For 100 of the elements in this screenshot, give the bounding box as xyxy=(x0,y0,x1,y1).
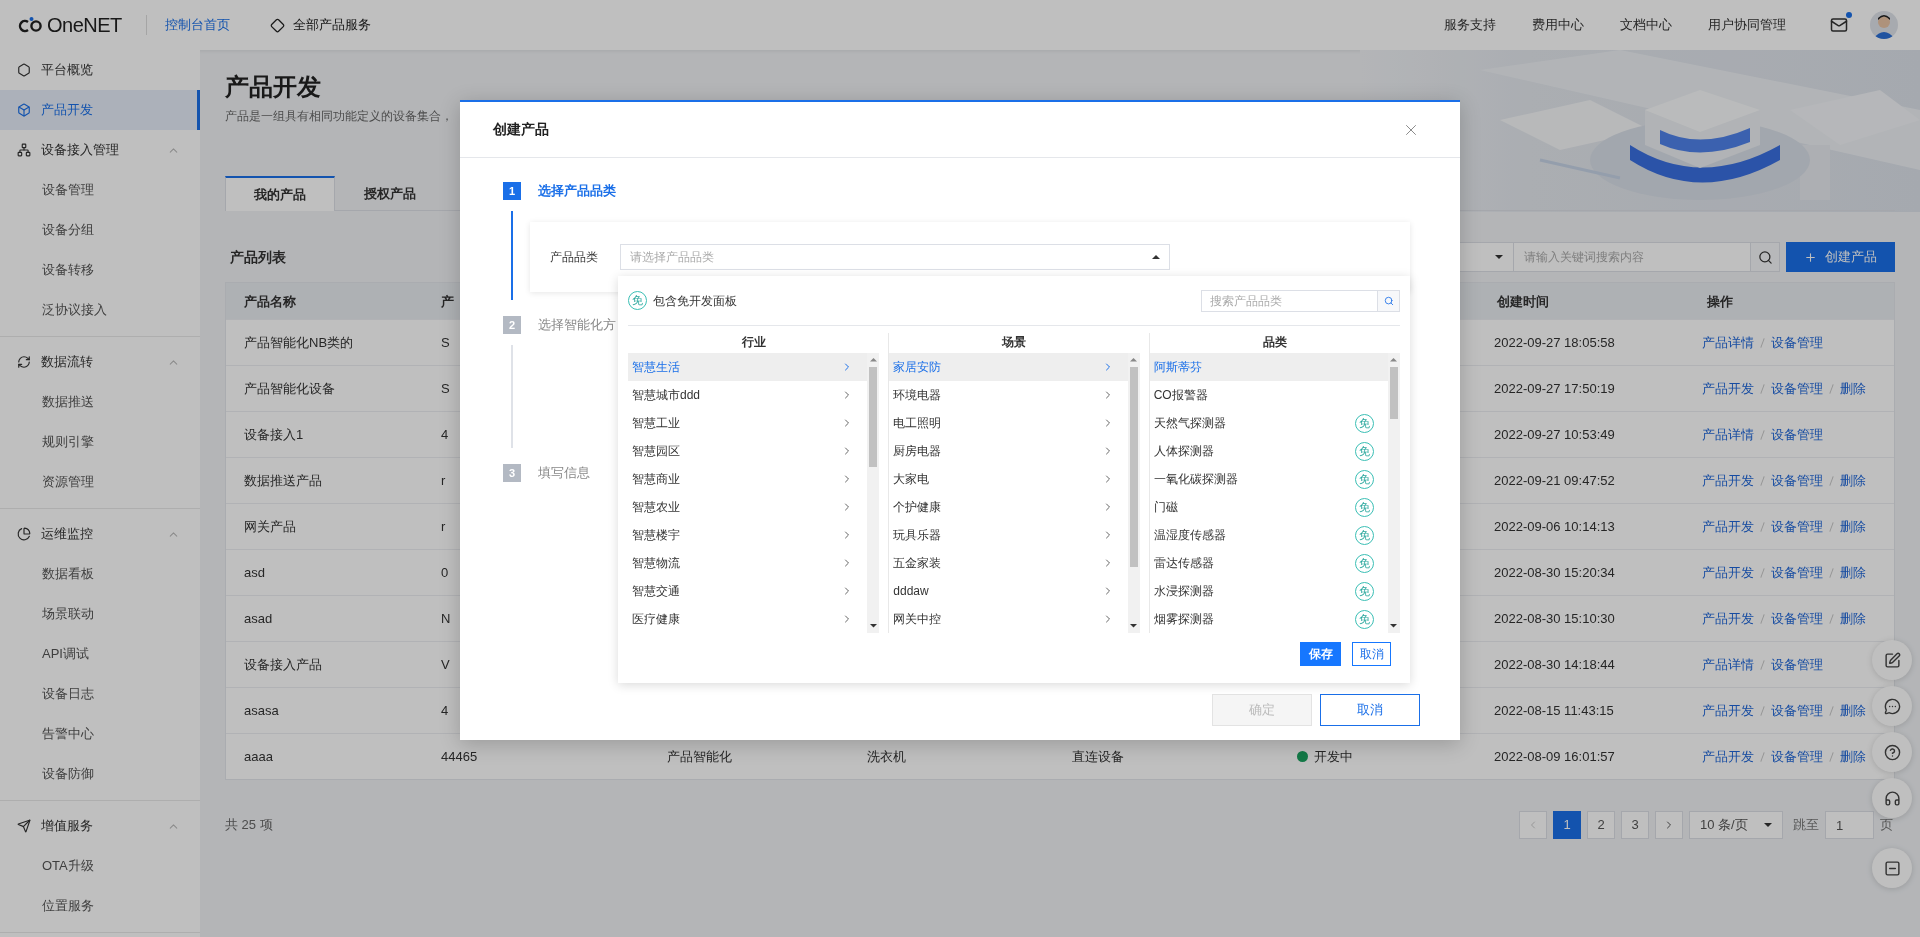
table-link[interactable]: 设备管理 xyxy=(1771,700,1823,721)
sidebar-group[interactable]: 数据流转 xyxy=(0,342,200,382)
table-link[interactable]: 删除 xyxy=(1840,608,1866,629)
search-button[interactable] xyxy=(1751,242,1780,272)
search-button[interactable] xyxy=(1378,289,1400,312)
category-option[interactable]: dddaw xyxy=(889,577,1128,605)
category-option[interactable]: 智慧生活 xyxy=(628,353,868,381)
sidebar-item[interactable]: 产品开发 xyxy=(0,90,200,130)
scrollbar-track[interactable] xyxy=(867,353,880,633)
nav-link[interactable]: 文档中心 xyxy=(1620,15,1672,35)
table-link[interactable]: 产品详情 xyxy=(1702,654,1754,675)
category-option[interactable]: 一氧化碳探测器 免 xyxy=(1149,465,1388,493)
sidebar-item[interactable]: 场景联动 xyxy=(0,594,200,634)
category-option[interactable]: 温湿度传感器 免 xyxy=(1149,521,1388,549)
products-menu[interactable]: 全部产品服务 xyxy=(269,15,371,35)
sidebar-item[interactable]: 设备分组 xyxy=(0,210,200,250)
cancel-button[interactable]: 取消 xyxy=(1352,642,1391,666)
search-field[interactable]: 请输入关键词搜索内容 xyxy=(1514,242,1751,272)
table-link[interactable]: 设备管理 xyxy=(1771,608,1823,629)
sidebar-item[interactable]: API调试 xyxy=(0,634,200,674)
table-link[interactable]: 删除 xyxy=(1840,516,1866,537)
table-link[interactable]: 产品开发 xyxy=(1702,562,1754,583)
table-link[interactable]: 设备管理 xyxy=(1771,746,1823,767)
sidebar-item[interactable]: 平台概览 xyxy=(0,50,200,90)
table-link[interactable]: 产品开发 xyxy=(1702,378,1754,399)
category-option[interactable]: 智慧商业 xyxy=(628,465,868,493)
cancel-button[interactable]: 取消 xyxy=(1320,694,1420,726)
scrollbar-thumb[interactable] xyxy=(1129,367,1138,567)
scrollbar-track[interactable] xyxy=(1388,353,1400,633)
sidebar-group[interactable]: 增值服务 xyxy=(0,806,200,846)
category-option[interactable]: 阿斯蒂芬 xyxy=(1149,353,1388,381)
sidebar-item[interactable]: 设备日志 xyxy=(0,674,200,714)
category-option[interactable]: 厨房电器 xyxy=(889,437,1128,465)
table-link[interactable]: 产品开发 xyxy=(1702,700,1754,721)
table-link[interactable]: 设备管理 xyxy=(1771,562,1823,583)
category-option[interactable]: 人体探测器 免 xyxy=(1149,437,1388,465)
category-option[interactable]: 智慧城市ddd xyxy=(628,381,868,409)
floating-tool-button[interactable] xyxy=(1872,848,1912,888)
tab[interactable]: 我的产品 xyxy=(225,176,335,211)
sidebar-item[interactable]: 设备防御 xyxy=(0,754,200,794)
category-option[interactable]: 智慧工业 xyxy=(628,409,868,437)
category-option[interactable]: 玩具乐器 xyxy=(889,521,1128,549)
sidebar-item[interactable]: 资源管理 xyxy=(0,462,200,502)
category-option[interactable]: 智慧交通 xyxy=(628,577,868,605)
nav-link[interactable]: 用户协同管理 xyxy=(1708,15,1786,35)
sidebar-item[interactable]: 规则引擎 xyxy=(0,422,200,462)
table-link[interactable]: 删除 xyxy=(1840,700,1866,721)
floating-tool-button[interactable] xyxy=(1872,686,1912,726)
category-option[interactable]: 五金家装 xyxy=(889,549,1128,577)
table-link[interactable]: 删除 xyxy=(1840,746,1866,767)
table-link[interactable]: 设备管理 xyxy=(1771,470,1823,491)
table-link[interactable]: 删除 xyxy=(1840,562,1866,583)
floating-tool-button[interactable] xyxy=(1872,732,1912,772)
category-option[interactable]: 个护健康 xyxy=(889,493,1128,521)
sidebar-item[interactable]: 泛协议接入 xyxy=(0,290,200,330)
sidebar-group[interactable]: 设备接入管理 xyxy=(0,130,200,170)
category-option[interactable]: 智慧园区 xyxy=(628,437,868,465)
scrollbar-track[interactable] xyxy=(1127,353,1140,633)
nav-link[interactable]: 服务支持 xyxy=(1444,15,1496,35)
floating-tool-button[interactable] xyxy=(1872,640,1912,680)
table-link[interactable]: 产品开发 xyxy=(1702,470,1754,491)
avatar[interactable] xyxy=(1870,11,1898,39)
category-option[interactable]: 门磁 免 xyxy=(1149,493,1388,521)
table-link[interactable]: 产品详情 xyxy=(1702,332,1754,353)
category-option[interactable]: 雷达传感器 免 xyxy=(1149,549,1388,577)
category-option[interactable]: 天然气探测器 免 xyxy=(1149,409,1388,437)
sidebar-item[interactable]: 设备管理 xyxy=(0,170,200,210)
save-button[interactable]: 保存 xyxy=(1300,642,1341,666)
sidebar-item[interactable]: 数据推送 xyxy=(0,382,200,422)
sidebar-item[interactable]: 位置服务 xyxy=(0,886,200,926)
sidebar-item[interactable]: OTA升级 xyxy=(0,846,200,886)
table-link[interactable]: 删除 xyxy=(1840,378,1866,399)
page-size-select[interactable]: 10 条/页 xyxy=(1689,811,1783,839)
category-option[interactable]: 医疗健康 xyxy=(628,605,868,633)
scrollbar-thumb[interactable] xyxy=(1390,367,1398,419)
table-link[interactable]: 产品开发 xyxy=(1702,608,1754,629)
sidebar-item[interactable]: 告警中心 xyxy=(0,714,200,754)
category-option[interactable]: 智慧楼宇 xyxy=(628,521,868,549)
table-link[interactable]: 产品详情 xyxy=(1702,424,1754,445)
page-button[interactable]: 3 xyxy=(1621,811,1649,839)
category-option[interactable]: 水浸探测器 免 xyxy=(1149,577,1388,605)
category-option[interactable]: 智慧农业 xyxy=(628,493,868,521)
table-link[interactable]: 设备管理 xyxy=(1771,332,1823,353)
page-button[interactable]: 1 xyxy=(1553,811,1581,839)
nav-link[interactable]: 费用中心 xyxy=(1532,15,1584,35)
category-option[interactable]: 烟雾探测器 免 xyxy=(1149,605,1388,633)
category-option[interactable]: 家居安防 xyxy=(889,353,1128,381)
category-option[interactable]: 环境电器 xyxy=(889,381,1128,409)
sidebar-group[interactable]: 运维监控 xyxy=(0,514,200,554)
category-option[interactable]: CO报警器 xyxy=(1149,381,1388,409)
sidebar-item[interactable]: 数据看板 xyxy=(0,554,200,594)
mail-icon[interactable] xyxy=(1830,16,1848,34)
category-option[interactable]: 电工照明 xyxy=(889,409,1128,437)
jump-field[interactable]: 1 xyxy=(1825,811,1874,839)
nav-link[interactable]: 控制台首页 xyxy=(164,15,230,35)
table-link[interactable]: 设备管理 xyxy=(1771,424,1823,445)
scrollbar-thumb[interactable] xyxy=(869,367,878,467)
table-link[interactable]: 删除 xyxy=(1840,470,1866,491)
create-product-button[interactable]: 创建产品 xyxy=(1786,242,1895,272)
category-search-field[interactable]: 搜索产品品类 xyxy=(1201,289,1378,312)
